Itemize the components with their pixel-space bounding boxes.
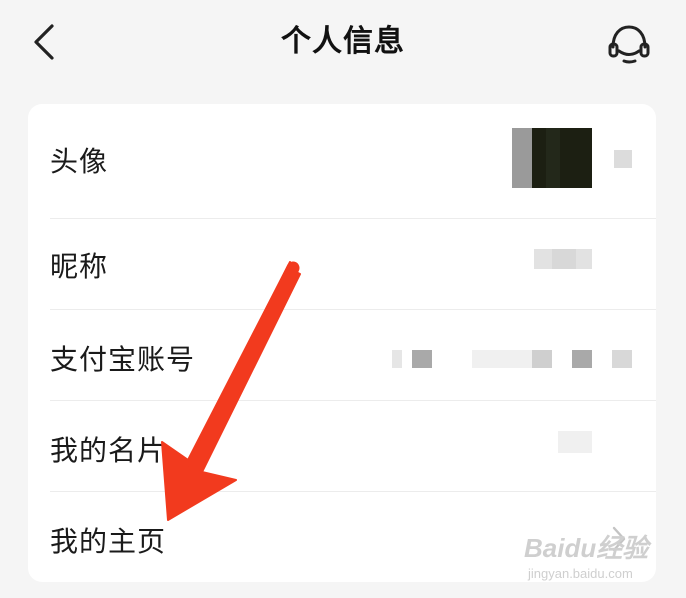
row-nickname-label: 昵称 — [50, 250, 109, 283]
redacted-block — [552, 249, 576, 269]
redacted-block — [612, 350, 632, 368]
watermark-url: jingyan.baidu.com — [528, 566, 633, 581]
redacted-block — [532, 350, 552, 368]
redacted-block — [392, 350, 402, 368]
redacted-block — [558, 431, 592, 453]
row-avatar-label: 头像 — [50, 145, 109, 178]
redacted-block — [614, 150, 632, 168]
watermark-logo: Baidu经验 — [524, 533, 649, 563]
watermark: Baidu经验 jingyan.baidu.com — [524, 528, 654, 590]
row-avatar[interactable]: 头像 — [28, 104, 656, 218]
row-alipay-account-label: 支付宝账号 — [50, 343, 196, 376]
redacted-block — [572, 350, 592, 368]
row-business-card-label: 我的名片 — [50, 434, 167, 467]
page-title: 个人信息 — [281, 24, 405, 59]
redacted-block — [412, 350, 432, 368]
profile-info-card: 头像 昵称 支付宝账号 我的名片 我的主页 — [28, 104, 656, 582]
customer-service-button[interactable] — [604, 20, 654, 68]
row-homepage-label: 我的主页 — [50, 525, 167, 558]
row-business-card[interactable]: 我的名片 — [28, 401, 656, 491]
redacted-block — [472, 350, 532, 368]
avatar — [512, 128, 592, 188]
row-alipay-account[interactable]: 支付宝账号 — [28, 310, 656, 400]
customer-service-icon — [608, 25, 650, 64]
header: 个人信息 — [0, 0, 686, 88]
row-nickname[interactable]: 昵称 — [28, 219, 656, 309]
